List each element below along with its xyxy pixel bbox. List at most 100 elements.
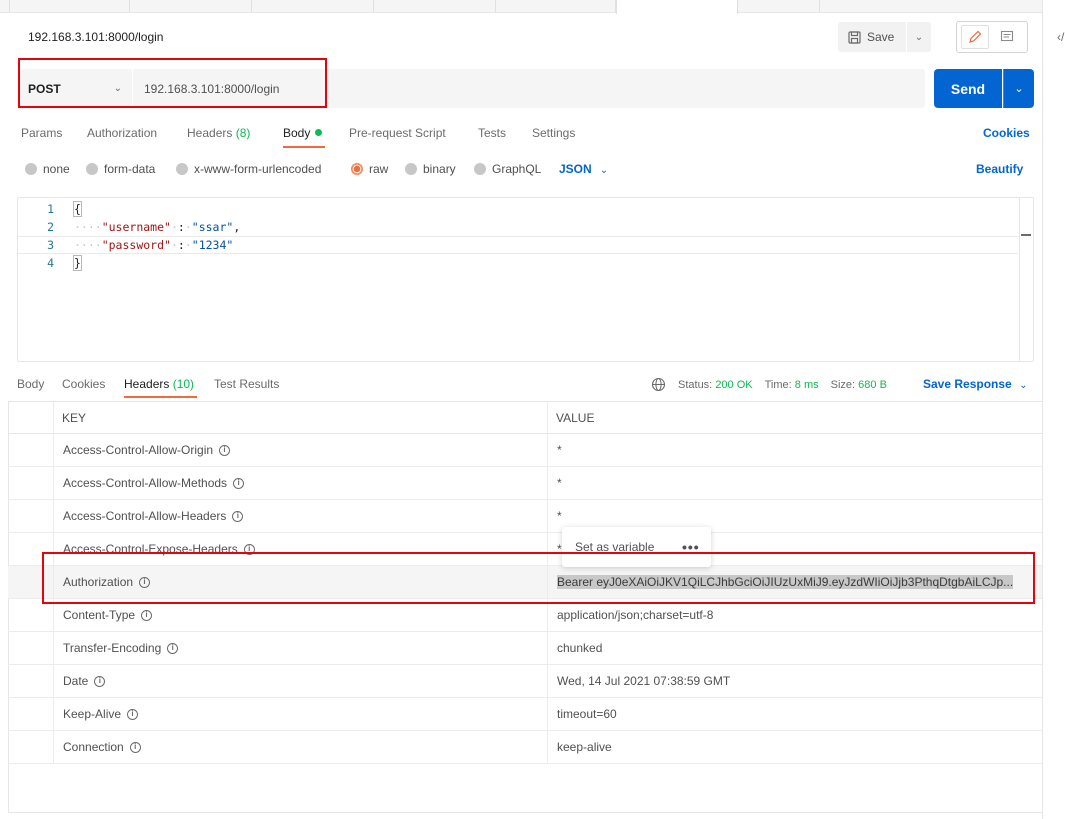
tab-headers[interactable]: Headers (8) xyxy=(187,126,250,140)
status-value[interactable]: 200 OK xyxy=(715,379,752,391)
info-icon[interactable]: i xyxy=(129,741,141,753)
body-option-none[interactable]: none xyxy=(25,162,70,176)
column-divider[interactable] xyxy=(547,401,548,764)
info-icon[interactable]: i xyxy=(233,477,245,489)
size-value[interactable]: 680 B xyxy=(858,379,887,391)
tab[interactable] xyxy=(252,0,374,13)
code-brace: } xyxy=(73,255,82,271)
header-key-text: Access-Control-Allow-Origin xyxy=(63,443,214,457)
editor-scrollbar[interactable] xyxy=(1019,198,1033,361)
globe-icon[interactable] xyxy=(651,377,666,392)
info-icon[interactable]: i xyxy=(232,510,244,522)
header-value[interactable]: keep-alive xyxy=(557,740,612,754)
chevron-down-icon: ⌄ xyxy=(1019,380,1028,391)
tab-params[interactable]: Params xyxy=(21,126,62,140)
size-label: Size: xyxy=(830,378,856,391)
code-text: } xyxy=(73,255,82,271)
header-value[interactable]: application/json;charset=utf-8 xyxy=(557,608,713,622)
radio-selected-icon xyxy=(351,163,363,175)
tab-tests[interactable]: Tests xyxy=(478,126,506,140)
time-value[interactable]: 8 ms xyxy=(795,379,819,391)
header-value[interactable]: * xyxy=(557,476,562,490)
tab-body[interactable]: Body xyxy=(283,126,323,140)
tab[interactable] xyxy=(738,0,820,13)
edit-mode-button[interactable] xyxy=(961,25,989,49)
header-key-text: Access-Control-Expose-Headers xyxy=(63,542,238,556)
tab[interactable] xyxy=(496,0,616,13)
method-label: POST xyxy=(28,81,61,96)
info-icon[interactable]: i xyxy=(127,708,139,720)
body-option-binary[interactable]: binary xyxy=(405,162,456,176)
save-response-button[interactable]: Save Response ⌄ xyxy=(923,377,1027,391)
tab[interactable] xyxy=(374,0,496,13)
body-option-graphql[interactable]: GraphQL xyxy=(474,162,541,176)
tab[interactable] xyxy=(130,0,252,13)
info-icon[interactable]: i xyxy=(243,543,255,555)
send-label: Send xyxy=(950,80,986,97)
response-tab-test-results[interactable]: Test Results xyxy=(214,377,279,391)
response-tab-cookies[interactable]: Cookies xyxy=(62,377,105,391)
table-row: Transfer-Encoding i chunked xyxy=(8,632,1042,665)
cookies-link[interactable]: Cookies xyxy=(983,126,1030,140)
json-key: "password" xyxy=(101,238,171,252)
header-key-text: Access-Control-Allow-Headers xyxy=(63,509,227,523)
response-tab-headers-label: Headers xyxy=(124,377,170,391)
header-value[interactable]: * xyxy=(557,443,562,457)
save-dropdown-button[interactable]: ⌄ xyxy=(907,22,931,52)
tab[interactable] xyxy=(10,0,130,13)
body-option-label: raw xyxy=(369,162,389,176)
tab-settings[interactable]: Settings xyxy=(532,126,575,140)
header-key: Access-Control-Expose-Headers i xyxy=(63,542,255,556)
column-header-value: VALUE xyxy=(556,411,595,425)
response-headers-count: (10) xyxy=(172,377,195,391)
response-tab-headers[interactable]: Headers (10) xyxy=(124,377,194,391)
header-value[interactable]: Wed, 14 Jul 2021 07:38:59 GMT xyxy=(557,674,730,688)
table-row: Content-Type i application/json;charset=u… xyxy=(8,599,1042,632)
header-value[interactable]: chunked xyxy=(557,641,602,655)
header-key: Date i xyxy=(63,674,106,688)
active-tab-underline xyxy=(283,146,325,148)
right-sidebar: ‹/ xyxy=(1042,0,1065,819)
line-number: 2 xyxy=(47,220,54,234)
code-text: ····"password"·:·"1234" xyxy=(74,238,234,252)
url-input[interactable]: 192.168.3.101:8000/login xyxy=(133,69,925,108)
code-line: 1 { xyxy=(18,200,1018,218)
method-select[interactable]: POST ⌄ xyxy=(20,69,132,108)
body-option-form-data[interactable]: form-data xyxy=(86,162,155,176)
info-icon[interactable]: i xyxy=(167,642,179,654)
body-option-raw[interactable]: raw xyxy=(351,162,388,176)
language-select[interactable]: JSON ⌄ xyxy=(559,162,608,176)
tab-active[interactable] xyxy=(616,0,738,14)
send-button[interactable]: Send xyxy=(934,69,1002,108)
header-value-selected[interactable]: Bearer eyJ0eXAiOiJKV1QiLCJhbGciOiJIUzUxM… xyxy=(557,575,1014,589)
active-response-tab-underline xyxy=(124,396,197,398)
code-icon[interactable]: ‹/ xyxy=(1057,30,1064,44)
header-value[interactable]: timeout=60 xyxy=(557,707,617,721)
response-tab-body[interactable]: Body xyxy=(17,377,44,391)
info-icon[interactable]: i xyxy=(141,609,153,621)
header-key-text: Content-Type xyxy=(63,608,136,622)
body-option-label: binary xyxy=(423,162,456,176)
send-dropdown-button[interactable]: ⌄ xyxy=(1003,69,1034,108)
tab-authorization[interactable]: Authorization xyxy=(87,126,157,140)
body-option-label: none xyxy=(43,162,70,176)
chevron-down-icon: ⌄ xyxy=(113,83,122,94)
body-indicator-dot xyxy=(315,129,323,136)
info-icon[interactable]: i xyxy=(139,576,151,588)
beautify-link[interactable]: Beautify xyxy=(976,162,1023,176)
body-option-urlencoded[interactable]: x-www-form-urlencoded xyxy=(176,162,321,176)
comment-mode-button[interactable] xyxy=(993,25,1021,49)
header-value[interactable]: * xyxy=(557,509,562,523)
body-option-label: x-www-form-urlencoded xyxy=(194,162,322,176)
body-editor[interactable]: 1 { 2 ····"username"·:·"ssar", 3 ····"pa… xyxy=(17,197,1034,362)
set-as-variable-button[interactable]: Set as variable xyxy=(575,540,654,554)
header-key: Connection i xyxy=(63,740,141,754)
save-button[interactable]: Save xyxy=(838,22,906,52)
more-options-icon[interactable]: ••• xyxy=(682,539,700,555)
tab[interactable] xyxy=(0,0,10,13)
set-variable-popover: Set as variable ••• xyxy=(562,527,711,567)
info-icon[interactable]: i xyxy=(219,444,231,456)
header-value[interactable]: * xyxy=(557,542,562,556)
tab-prerequest-script[interactable]: Pre-request Script xyxy=(349,126,446,140)
info-icon[interactable]: i xyxy=(94,675,106,687)
